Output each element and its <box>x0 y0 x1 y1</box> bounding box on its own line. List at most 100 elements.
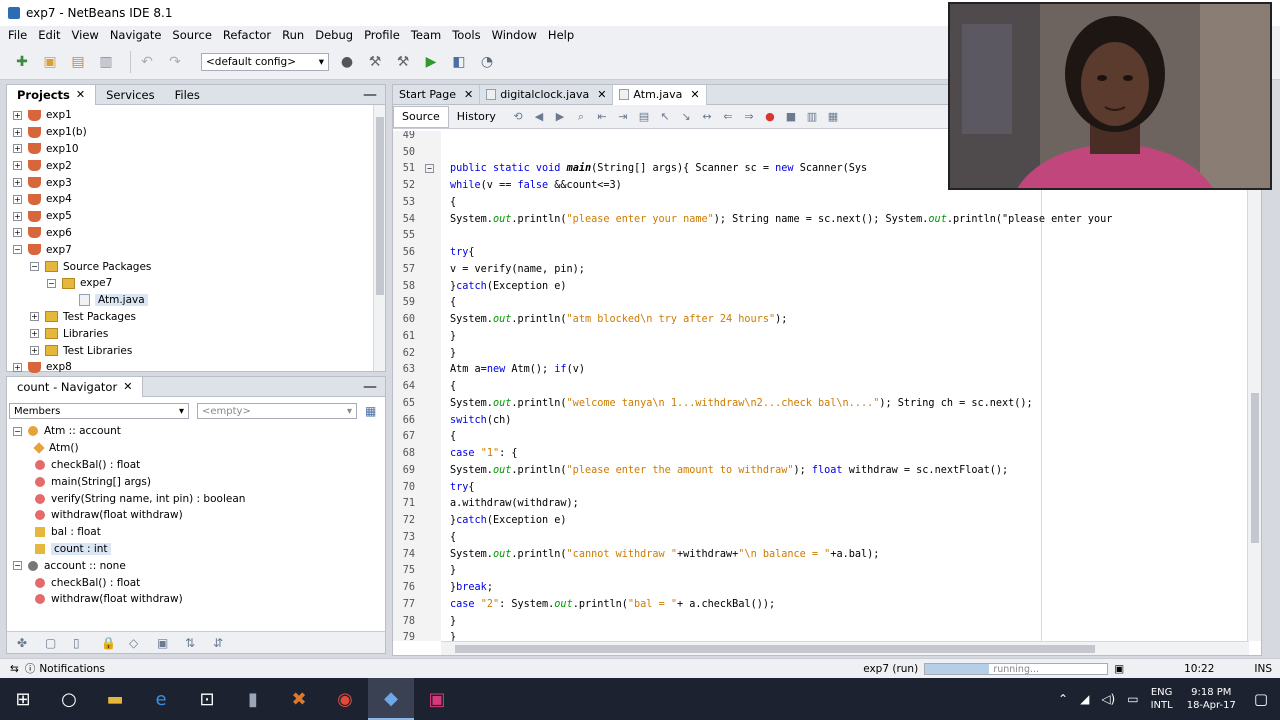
bookmark-next-icon[interactable]: ↘ <box>679 110 693 124</box>
member-item[interactable]: checkBal() : float <box>7 457 385 474</box>
member-item[interactable]: bal : float <box>7 524 385 541</box>
open-project-icon[interactable]: ▤ <box>68 52 88 72</box>
code-line[interactable]: 77−case "2": System.out.println("bal = "… <box>393 596 775 613</box>
code-line[interactable]: 64−{ <box>393 378 456 395</box>
start-macro-icon[interactable]: ● <box>763 110 777 124</box>
code-line[interactable]: 75−} <box>393 563 456 580</box>
close-icon[interactable]: ✕ <box>123 380 132 393</box>
code-line[interactable]: 72−}catch(Exception e) <box>393 512 567 529</box>
code-line[interactable]: 54−System.out.println("please enter your… <box>393 211 1113 228</box>
tree-item[interactable]: + exp8 <box>7 359 385 376</box>
cortana-search-icon[interactable]: ○ <box>46 678 92 720</box>
new-project-icon[interactable]: ▣ <box>40 52 60 72</box>
uncomment-icon[interactable]: ▦ <box>826 110 840 124</box>
tree-item[interactable]: + exp10 <box>7 141 385 158</box>
fold-icon[interactable]: − <box>425 164 434 174</box>
debug-icon[interactable]: ◧ <box>449 52 469 72</box>
cancel-task-icon[interactable]: ▣ <box>1114 663 1124 675</box>
profile-icon[interactable]: ◔ <box>477 52 497 72</box>
code-line[interactable]: 74−System.out.println("cannot withdraw "… <box>393 546 880 563</box>
tree-item[interactable]: + exp1 <box>7 107 385 124</box>
code-line[interactable]: 70−try{ <box>393 479 475 496</box>
expand-icon[interactable]: + <box>30 346 39 356</box>
stop-macro-icon[interactable]: ■ <box>784 110 798 124</box>
find-previous-icon[interactable]: ⇤ <box>595 110 609 124</box>
shift-left-icon[interactable]: ⇐ <box>721 110 735 124</box>
undo-icon[interactable]: ↶ <box>137 52 157 72</box>
menu-source[interactable]: Source <box>172 28 212 42</box>
expand-icon[interactable]: + <box>13 211 22 221</box>
file-explorer-icon[interactable]: ▬ <box>92 678 138 720</box>
expand-icon[interactable]: + <box>13 178 22 188</box>
filter-select[interactable]: <empty> ▾ <box>197 403 357 419</box>
code-line[interactable]: 53−{ <box>393 194 456 211</box>
redo-icon[interactable]: ↷ <box>165 52 185 72</box>
menu-run[interactable]: Run <box>282 28 304 42</box>
close-icon[interactable]: ✕ <box>690 88 699 101</box>
expand-icon[interactable]: + <box>13 161 22 171</box>
save-all-icon[interactable]: ▥ <box>96 52 116 72</box>
xbox-icon[interactable]: ✖ <box>276 678 322 720</box>
editor-tab[interactable]: Start Page ✕ <box>393 84 481 105</box>
member-item[interactable]: verify(String name, int pin) : boolean <box>7 490 385 507</box>
build-hammer-icon[interactable]: ⚒ <box>365 52 385 72</box>
filter-sort-source-icon[interactable]: ⇵ <box>213 636 227 650</box>
edge-browser-icon[interactable]: e <box>138 678 184 720</box>
onenote-icon[interactable]: ▮ <box>230 678 276 720</box>
tree-item[interactable]: + Test Packages <box>7 309 385 326</box>
editor-tab[interactable]: digitalclock.java ✕ <box>480 84 614 105</box>
notifications-label[interactable]: Notifications <box>39 663 105 675</box>
filter-sort-name-icon[interactable]: ⇅ <box>185 636 199 650</box>
tab-projects[interactable]: Projects ✕ <box>7 84 97 105</box>
close-icon[interactable]: ✕ <box>76 88 85 101</box>
tree-item[interactable]: + exp5 <box>7 208 385 225</box>
notifications-icon[interactable]: ⇆ <box>10 663 19 675</box>
language-indicator[interactable]: ENG INTL <box>1151 686 1173 712</box>
code-line[interactable]: 76−}break; <box>393 579 493 596</box>
code-line[interactable]: 52−while(v == false &&count<=3) <box>393 177 622 194</box>
code-line[interactable]: 56−try{ <box>393 244 475 261</box>
windows-start-icon[interactable]: ⊞ <box>0 678 46 720</box>
close-icon[interactable]: ✕ <box>464 88 473 101</box>
source-view-button[interactable]: Source <box>393 105 449 128</box>
tree-item[interactable]: + exp2 <box>7 157 385 174</box>
member-item[interactable]: Atm() <box>7 440 385 457</box>
expand-icon[interactable]: + <box>30 312 39 322</box>
run-icon[interactable]: ▶ <box>421 52 441 72</box>
collapse-icon[interactable]: − <box>13 561 22 571</box>
menu-debug[interactable]: Debug <box>315 28 353 42</box>
last-edit-icon[interactable]: ⟲ <box>511 110 525 124</box>
netbeans-taskbar-icon[interactable]: ◆ <box>368 678 414 720</box>
code-area[interactable]: 49−50− 51− public static void main(String[… <box>393 131 1249 641</box>
back-icon[interactable]: ◀ <box>532 110 546 124</box>
filter-inherited-icon[interactable]: ◇ <box>129 636 143 650</box>
close-icon[interactable]: ✕ <box>597 88 606 101</box>
minimize-icon[interactable]: — <box>363 379 377 395</box>
expand-icon[interactable]: + <box>13 362 22 372</box>
menu-view[interactable]: View <box>72 28 99 42</box>
code-line[interactable]: 65−System.out.println("welcome tanya\n 1… <box>393 395 1033 412</box>
code-line[interactable]: 69−System.out.println("please enter the … <box>393 462 1008 479</box>
code-line[interactable]: 62−} <box>393 345 456 362</box>
tree-item[interactable]: − Source Packages <box>7 258 385 275</box>
menu-profile[interactable]: Profile <box>364 28 400 42</box>
chrome-icon[interactable]: ◉ <box>322 678 368 720</box>
forward-icon[interactable]: ▶ <box>553 110 567 124</box>
tab-navigator[interactable]: count - Navigator ✕ <box>7 376 144 397</box>
member-item[interactable]: main(String[] args) <box>7 473 385 490</box>
filter-fields-icon[interactable]: ✤ <box>17 636 31 650</box>
expand-icon[interactable]: + <box>13 194 22 204</box>
code-line[interactable]: 50− <box>393 144 450 161</box>
tree-item[interactable]: + Libraries <box>7 325 385 342</box>
tree-item[interactable]: + exp3 <box>7 174 385 191</box>
set-project-config-icon[interactable]: ● <box>337 52 357 72</box>
clean-build-icon[interactable]: ⚒ <box>393 52 413 72</box>
tree-item[interactable]: +Atm.java <box>7 292 385 309</box>
new-file-icon[interactable]: ✚ <box>12 52 32 72</box>
battery-icon[interactable]: ▭ <box>1127 692 1138 706</box>
code-line[interactable]: 63−Atm a=new Atm(); if(v) <box>393 362 585 379</box>
member-item[interactable]: checkBal() : float <box>7 574 385 591</box>
tree-item[interactable]: + exp6 <box>7 225 385 242</box>
editor-vertical-scrollbar[interactable] <box>1247 131 1261 641</box>
chevron-up-icon[interactable]: ⌃ <box>1058 692 1068 706</box>
